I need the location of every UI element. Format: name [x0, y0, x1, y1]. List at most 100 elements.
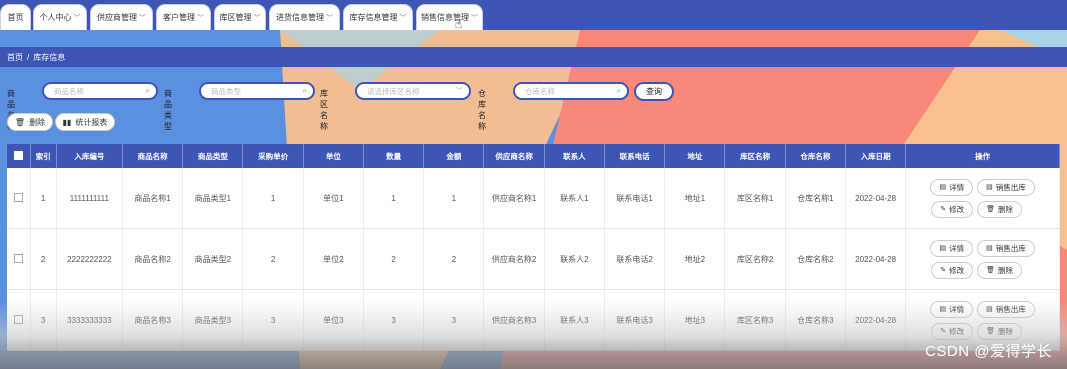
- trash-icon: 🗑: [986, 267, 995, 274]
- table-cell: 单位3: [303, 289, 364, 351]
- chevron-down-icon: ﹀: [139, 14, 146, 22]
- table-cell: 2: [363, 228, 425, 290]
- product-type-input[interactable]: 商品类型 ⌕: [199, 82, 315, 100]
- area-select[interactable]: 请选择库区名称 ﹀: [355, 82, 471, 100]
- table-cell: 联系人2: [544, 228, 605, 290]
- document-icon: ▤: [939, 306, 947, 313]
- table-cell: 地址3: [664, 289, 726, 351]
- column-header: 商品名称: [122, 144, 184, 168]
- area-label: 库区名称: [320, 89, 328, 131]
- table-cell: 3: [363, 289, 425, 351]
- detail-button-label: 详情: [949, 243, 965, 253]
- detail-button[interactable]: ▤ 详情: [930, 239, 974, 257]
- nav-item-label: 库存信息管理: [349, 13, 398, 22]
- row-delete-button[interactable]: 🗑 删除: [977, 200, 1022, 218]
- table-cell: 供应商名称1: [483, 168, 545, 229]
- nav-item-sales[interactable]: 销售信息管理 ﹀: [416, 4, 483, 30]
- search-icon: ⌕: [145, 86, 150, 95]
- sell-out-button[interactable]: ▤ 销售出库: [977, 239, 1035, 257]
- table-cell: 联系人1: [544, 168, 605, 229]
- table-row: 3 3333333333 商品名称3 商品类型3 3 单位3 3 3 供应商名称…: [7, 289, 1060, 351]
- table-cell: 仓库名称2: [785, 228, 846, 290]
- row-checkbox[interactable]: [7, 289, 31, 351]
- pencil-icon: ✎: [940, 267, 947, 274]
- table-row: 2 2222222222 商品名称2 商品类型2 2 单位2 2 2 供应商名称…: [7, 228, 1060, 290]
- warehouse-placeholder: 仓库名称: [525, 86, 555, 96]
- row-delete-button-label: 删除: [998, 204, 1013, 214]
- table-cell: 地址2: [664, 228, 726, 290]
- inventory-table: 索引 入库编号 商品名称 商品类型 采购单价 单位 数量 金额 供应商名称 联系…: [7, 144, 1060, 351]
- warehouse-input[interactable]: 仓库名称 ⌕: [513, 82, 629, 100]
- table-cell: 3: [423, 289, 485, 351]
- chevron-down-icon: ﹀: [399, 14, 407, 22]
- nav-item-customer[interactable]: 客户管理 ﹀: [156, 4, 211, 30]
- area-placeholder: 请选择库区名称: [367, 86, 420, 96]
- edit-button[interactable]: ✎ 修改: [931, 322, 974, 340]
- chevron-down-icon: ﹀: [253, 14, 261, 22]
- column-header: 联系电话: [604, 144, 666, 168]
- column-header: 单位: [303, 144, 364, 168]
- table-cell: 单位2: [303, 228, 364, 290]
- sell-out-button[interactable]: ▤ 销售出库: [977, 300, 1035, 318]
- nav-item-purchase[interactable]: 进货信息管理 ﹀: [269, 4, 340, 30]
- table-cell: 商品名称3: [122, 289, 184, 351]
- table-cell: 2022-04-28: [845, 289, 907, 351]
- nav-item-label: 供应商管理: [97, 13, 137, 22]
- document-icon: ▤: [986, 306, 993, 313]
- checkbox-icon: [13, 314, 23, 324]
- table-cell: 1: [242, 168, 304, 229]
- breadcrumb-home[interactable]: 首页: [7, 52, 23, 63]
- sell-out-button[interactable]: ▤ 销售出库: [977, 178, 1035, 196]
- table-cell: 联系人3: [544, 289, 605, 351]
- document-icon: ▤: [986, 245, 993, 252]
- edit-button[interactable]: ✎ 修改: [931, 261, 974, 279]
- bar-chart-icon: ▮▮: [62, 117, 72, 127]
- table-cell: 商品类型2: [182, 228, 244, 290]
- nav-item-inventory[interactable]: 库存信息管理 ﹀: [343, 4, 413, 30]
- detail-button[interactable]: ▤ 详情: [930, 300, 974, 318]
- chevron-down-icon: ﹀: [471, 14, 478, 22]
- table-cell: 1: [423, 168, 485, 229]
- edit-button-label: 修改: [949, 326, 965, 336]
- chevron-down-icon: ﹀: [326, 14, 333, 22]
- product-name-input[interactable]: 商品名称 ⌕: [42, 82, 158, 100]
- table-cell: 3: [242, 289, 304, 351]
- row-actions: ▤ 详情 ▤ 销售出库 ✎ 修改 🗑 删除: [905, 228, 1060, 290]
- sell-out-button-label: 销售出库: [995, 304, 1026, 314]
- nav-item-home[interactable]: 首页: [0, 4, 31, 30]
- nav-item-supplier[interactable]: 供应商管理 ﹀: [90, 4, 153, 30]
- checkbox-icon: [13, 253, 23, 263]
- row-checkbox[interactable]: [7, 168, 31, 229]
- select-all-checkbox[interactable]: [7, 144, 31, 168]
- checkbox-icon: [13, 192, 23, 202]
- detail-button-label: 详情: [949, 182, 965, 192]
- top-navigation-bar: 首页 个人中心 ﹀ 供应商管理 ﹀ 客户管理 ﹀ 库区管理 ﹀ 进货信息管理 ﹀ 库存信息…: [0, 0, 1067, 30]
- chevron-down-icon: ﹀: [456, 88, 463, 95]
- column-header: 金额: [423, 144, 485, 168]
- breadcrumb-current: 库存信息: [33, 52, 66, 62]
- column-header: 商品类型: [182, 144, 244, 168]
- table-header-row: 索引 入库编号 商品名称 商品类型 采购单价 单位 数量 金额 供应商名称 联系…: [7, 144, 1060, 168]
- product-type-placeholder: 商品类型: [211, 86, 241, 96]
- table-cell: 3333333333: [56, 289, 123, 351]
- table-cell: 库区名称2: [724, 228, 786, 290]
- trash-icon: 🗑: [986, 328, 995, 335]
- row-checkbox[interactable]: [7, 228, 31, 290]
- nav-item-area[interactable]: 库区管理 ﹀: [214, 4, 266, 30]
- table-cell: 2222222222: [56, 228, 123, 290]
- edit-button[interactable]: ✎ 修改: [931, 200, 974, 218]
- delete-button[interactable]: 🗑 删除: [7, 113, 53, 131]
- table-cell: 地址1: [664, 168, 726, 229]
- row-delete-button[interactable]: 🗑 删除: [977, 261, 1022, 279]
- query-button[interactable]: 查询: [634, 82, 674, 101]
- row-actions: ▤ 详情 ▤ 销售出库 ✎ 修改 🗑 删除: [905, 168, 1060, 229]
- report-button[interactable]: ▮▮ 统计报表: [55, 113, 115, 131]
- table-cell: 2022-04-28: [845, 168, 907, 229]
- product-type-label: 商品类型: [164, 89, 172, 131]
- nav-item-label: 进货信息管理: [276, 13, 324, 22]
- nav-item-personal-center[interactable]: 个人中心 ﹀: [33, 4, 87, 30]
- detail-button[interactable]: ▤ 详情: [930, 178, 974, 196]
- column-header: 联系人: [544, 144, 605, 168]
- search-icon: ⌕: [302, 86, 307, 95]
- row-delete-button[interactable]: 🗑 删除: [977, 322, 1022, 340]
